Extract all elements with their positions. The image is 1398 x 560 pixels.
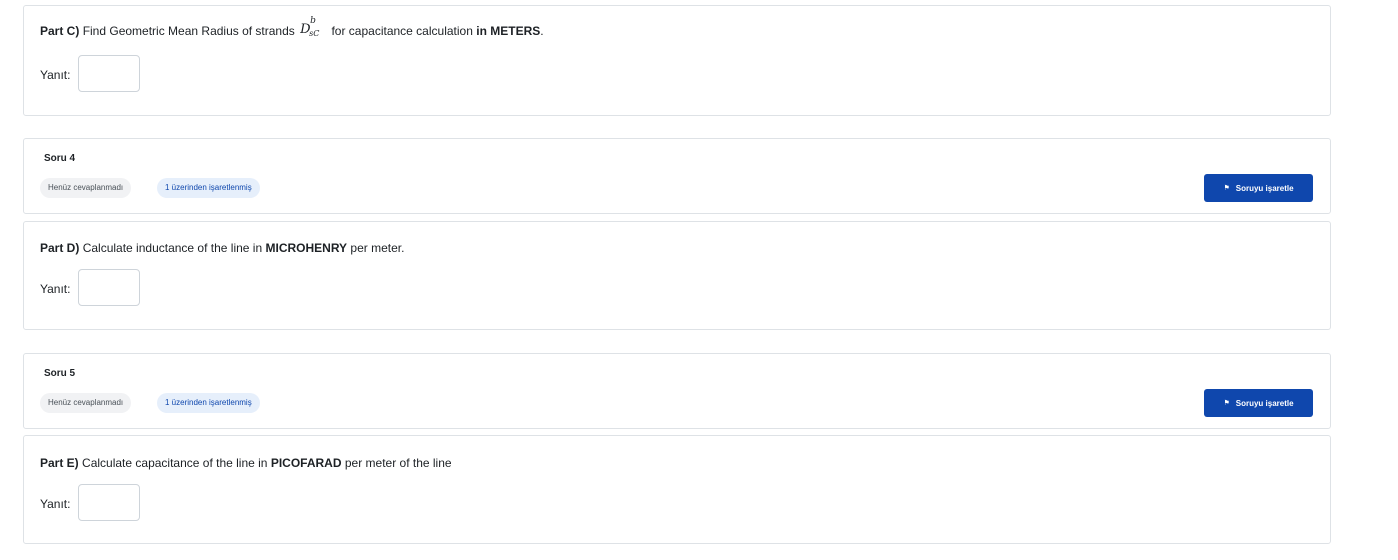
part-c-end: . [540,24,544,38]
status-badge: Henüz cevaplanmadı [40,393,132,413]
flag-button-label: Soruyu işaretle [1235,183,1294,193]
part-c-text-after: for capacitance calculation [331,24,473,38]
part-d-label: Part D) [40,241,80,255]
flag-icon: ⚑ [1223,399,1230,407]
answer-label: Yanıt: [40,497,71,511]
part-d-question-text: Part D) Calculate inductance of the line… [40,241,404,255]
answer-input-part-e[interactable] [78,484,140,521]
flag-question-button[interactable]: ⚑ Soruyu işaretle [1204,174,1313,202]
part-c-emphasis: in METERS [476,24,541,38]
marks-badge: 1 üzerinden işaretlenmiş [157,393,260,413]
part-d-text-after: per meter. [350,241,405,255]
part-d-emphasis: MICROHENRY [265,241,348,255]
flag-question-button[interactable]: ⚑ Soruyu işaretle [1204,389,1313,417]
part-d-card: Part D) Calculate inductance of the line… [23,221,1331,330]
answer-input-part-d[interactable] [78,269,140,306]
part-e-text-after: per meter of the line [344,456,452,470]
part-e-emphasis: PICOFARAD [270,456,342,470]
question-5-info-card: Soru 5 Henüz cevaplanmadı 1 üzerinden iş… [23,353,1331,429]
answer-input-part-c[interactable] [78,55,140,92]
question-4-info-card: Soru 4 Henüz cevaplanmadı 1 üzerinden iş… [23,138,1331,214]
question-number: Soru 4 [44,153,76,164]
part-e-card: Part E) Calculate capacitance of the lin… [23,435,1331,544]
answer-label: Yanıt: [40,68,71,82]
part-c-label: Part C) [40,24,80,38]
part-e-label: Part E) [40,456,79,470]
part-e-text-before: Calculate capacitance of the line in [82,456,268,470]
marks-badge: 1 üzerinden işaretlenmiş [157,178,260,198]
flag-icon: ⚑ [1223,184,1230,192]
question-number: Soru 5 [44,368,76,379]
answer-label: Yanıt: [40,282,71,296]
status-badge: Henüz cevaplanmadı [40,178,132,198]
part-d-text-before: Calculate inductance of the line in [82,241,263,255]
part-c-card: Part C) Find Geometric Mean Radius of st… [23,5,1331,116]
part-c-question-text: Part C) Find Geometric Mean Radius of st… [40,15,544,39]
part-c-text-before: Find Geometric Mean Radius of strands [82,24,295,38]
flag-button-label: Soruyu işaretle [1235,398,1294,408]
math-d-b-sc: D b sC [300,15,320,38]
part-e-question-text: Part E) Calculate capacitance of the lin… [40,456,452,470]
